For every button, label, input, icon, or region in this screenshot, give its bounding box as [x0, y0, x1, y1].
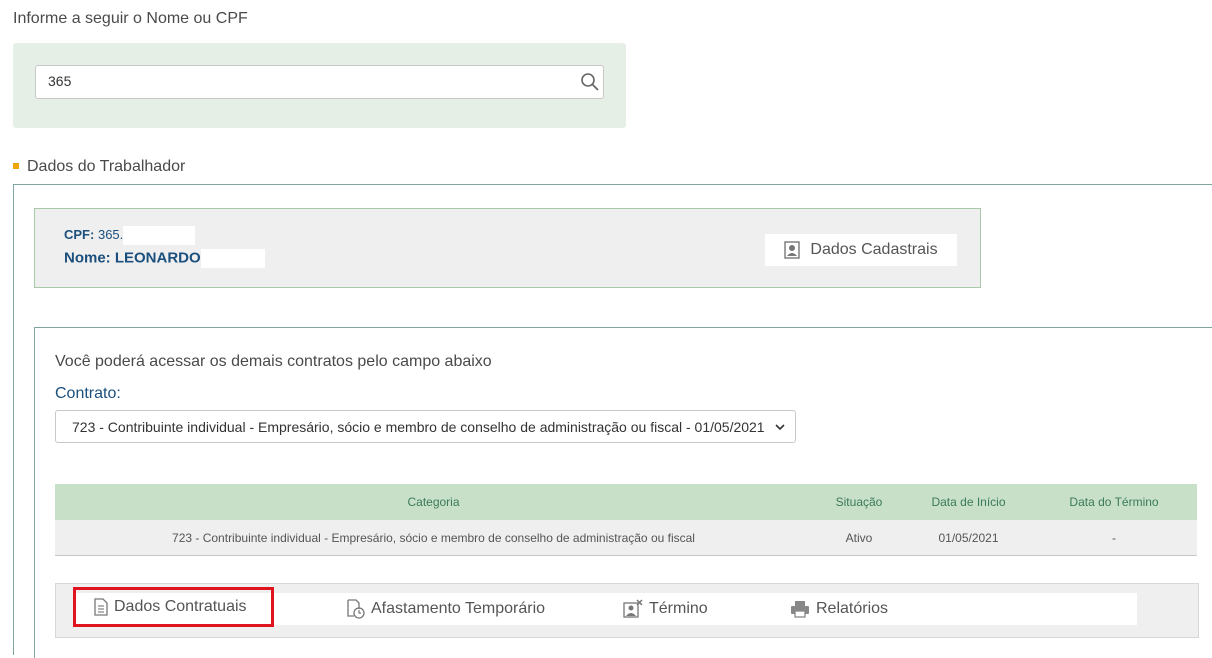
nome-row: Nome: LEONARDO [64, 249, 265, 268]
tab-dados-contratuais[interactable]: Dados Contratuais [73, 587, 274, 627]
contract-selected-value: 723 - Contribuinte individual - Empresár… [72, 418, 765, 435]
contract-select[interactable]: 723 - Contribuinte individual - Empresár… [55, 410, 796, 443]
search-prompt: Informe a seguir o Nome ou CPF [13, 10, 248, 27]
cpf-value: 365. [97, 226, 124, 242]
search-input[interactable] [36, 66, 568, 96]
person-remove-icon [623, 599, 643, 618]
tab-afastamento-temporario[interactable]: Afastamento Temporário [347, 593, 545, 625]
contract-info-text: Você poderá acessar os demais contratos … [55, 353, 492, 370]
contract-label: Contrato: [55, 385, 121, 402]
search-field[interactable] [35, 65, 604, 99]
search-icon[interactable] [580, 72, 600, 92]
printer-icon [791, 601, 809, 618]
action-tab-bar: Dados Contratuais Afastamento Temporário [55, 583, 1199, 638]
cell-data-inicio: 01/05/2021 [906, 520, 1031, 556]
dados-cadastrais-button[interactable]: Dados Cadastrais [765, 234, 957, 266]
chevron-down-icon [775, 423, 785, 430]
column-header-data-termino: Data do Término [1031, 484, 1197, 520]
dados-cadastrais-label: Dados Cadastrais [810, 241, 938, 258]
search-panel [13, 43, 626, 128]
tab-relatorios-label: Relatórios [816, 600, 889, 617]
tab-termino[interactable]: Término [623, 593, 708, 625]
category-table: Categoria Situação Data de Início Data d… [55, 484, 1197, 556]
column-header-data-inicio: Data de Início [906, 484, 1031, 520]
cell-data-termino: - [1031, 520, 1197, 556]
column-header-categoria: Categoria [55, 484, 812, 520]
nome-label: Nome: [64, 249, 111, 267]
document-clock-icon [347, 599, 365, 619]
redaction-mask [123, 226, 196, 245]
person-card-icon [784, 241, 801, 259]
worker-card: CPF: 365. Nome: LEONARDO Dados Cadastrai… [34, 208, 981, 288]
column-header-situacao: Situação [812, 484, 906, 520]
bullet-icon [13, 162, 19, 169]
contract-panel: Você poderá acessar os demais contratos … [34, 327, 1212, 658]
table-row[interactable]: 723 - Contribuinte individual - Empresár… [55, 520, 1197, 556]
cell-categoria: 723 - Contribuinte individual - Empresár… [55, 520, 812, 556]
section-title-text: Dados do Trabalhador [27, 158, 186, 175]
redaction-mask [200, 249, 265, 268]
cpf-row: CPF: 365. [64, 226, 196, 245]
tab-dados-contratuais-label: Dados Contratuais [114, 598, 247, 615]
tab-termino-label: Término [649, 600, 708, 617]
tab-afastamento-label: Afastamento Temporário [371, 600, 546, 617]
table-header-row: Categoria Situação Data de Início Data d… [55, 484, 1197, 520]
document-icon [94, 598, 108, 616]
cell-situacao: Ativo [812, 520, 906, 556]
nome-value: LEONARDO [114, 249, 201, 267]
tab-relatorios[interactable]: Relatórios [790, 593, 888, 625]
action-tab-strip: Dados Contratuais Afastamento Temporário [73, 587, 1137, 627]
section-title-worker: Dados do Trabalhador [13, 158, 185, 176]
cpf-label: CPF: [64, 226, 95, 242]
